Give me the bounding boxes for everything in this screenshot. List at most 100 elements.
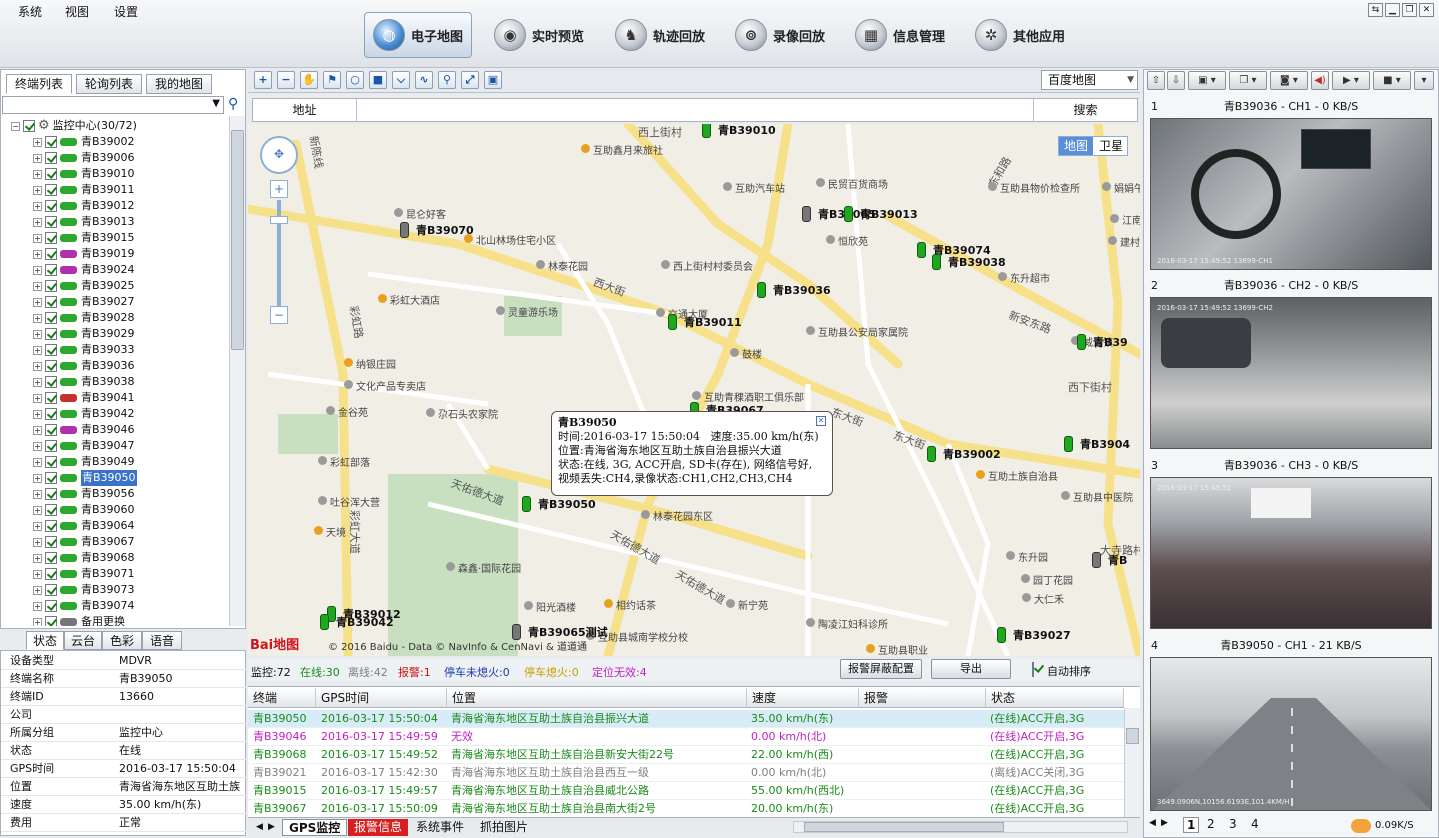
page-next-icon[interactable]: ▶: [1161, 818, 1168, 828]
expand-icon[interactable]: +: [33, 377, 42, 387]
tree-item[interactable]: + 青B39033: [33, 342, 135, 358]
grid-scrollbar[interactable]: [1124, 708, 1140, 817]
vehicle-label[interactable]: 青B39013: [860, 206, 918, 222]
tree-item-checkbox[interactable]: [45, 280, 57, 292]
table-row[interactable]: 青B39046 2016-03-17 15:49:59 无效 0.00 km/h(北)…: [248, 728, 1124, 746]
tree-item[interactable]: + 青B39024: [33, 262, 135, 278]
col-gps-time[interactable]: GPS时间: [316, 688, 447, 708]
auto-sort-checkbox[interactable]: [1032, 662, 1034, 677]
tree-item-checkbox[interactable]: [45, 616, 57, 626]
tree-item[interactable]: + 青B39074: [33, 598, 135, 614]
find-icon[interactable]: ⚲: [438, 71, 456, 89]
tree-item[interactable]: + 青B39019: [33, 246, 135, 262]
map-provider-select[interactable]: 百度地图 ▼: [1041, 70, 1138, 90]
line-icon[interactable]: ∿: [415, 71, 433, 89]
nav-track-playback[interactable]: ♞ 轨迹回放: [607, 12, 713, 58]
zoom-slider-handle[interactable]: [270, 216, 288, 224]
tree-item-checkbox[interactable]: [45, 424, 57, 436]
expand-icon[interactable]: +: [33, 537, 42, 547]
rect-select-icon[interactable]: ■: [369, 71, 387, 89]
tree-root-checkbox[interactable]: [23, 120, 35, 132]
baidu-map[interactable]: ✥ + − 地图 卫星 西大街 东大街 东大街 新安东路 天佑德大道 天佑德大道 天佑德大道…: [248, 124, 1140, 656]
tree-item[interactable]: + 青B39060: [33, 502, 135, 518]
expand-icon[interactable]: +: [33, 505, 42, 515]
tree-item-checkbox[interactable]: [45, 312, 57, 324]
grid-scroll-thumb[interactable]: [1126, 728, 1139, 744]
menu-view[interactable]: 视图: [65, 3, 89, 20]
vehicle-marker-icon[interactable]: [757, 282, 766, 298]
tree-item[interactable]: + 青B39002: [33, 134, 135, 150]
vehicle-marker-icon[interactable]: [668, 314, 677, 330]
tab-my-map[interactable]: 我的地图: [146, 74, 212, 94]
tree-item-checkbox[interactable]: [45, 600, 57, 612]
tree-item-checkbox[interactable]: [45, 248, 57, 260]
expand-icon[interactable]: +: [33, 409, 42, 419]
vehicle-marker-icon[interactable]: [844, 206, 853, 222]
tree-item-checkbox[interactable]: [45, 216, 57, 228]
nav-info-management[interactable]: ▦ 信息管理: [847, 12, 953, 58]
expand-icon[interactable]: +: [33, 457, 42, 467]
tree-item-checkbox[interactable]: [45, 536, 57, 548]
vehicle-label[interactable]: 青B39002: [943, 446, 1001, 462]
search-icon[interactable]: ⚲: [228, 96, 238, 112]
restore-icon[interactable]: ⇆: [1368, 3, 1383, 17]
scroll-thumb[interactable]: [231, 130, 244, 350]
vehicle-label[interactable]: 青B39042: [336, 614, 394, 630]
tab-alarm-info[interactable]: 报警信息: [348, 819, 409, 836]
tree-item[interactable]: + 青B39046: [33, 422, 135, 438]
expand-icon[interactable]: +: [33, 393, 42, 403]
tab-system-events[interactable]: 系统事件: [410, 819, 470, 836]
collapse-icon[interactable]: −: [11, 121, 20, 131]
more-icon[interactable]: ▾: [1414, 71, 1434, 90]
close-icon[interactable]: ✕: [1419, 3, 1434, 17]
search-button[interactable]: 搜索: [1033, 99, 1137, 121]
tree-item-checkbox[interactable]: [45, 520, 57, 532]
tree-item-checkbox[interactable]: [45, 376, 57, 388]
tree-item[interactable]: + 青B39042: [33, 406, 135, 422]
tree-item-checkbox[interactable]: [45, 408, 57, 420]
terminal-search-input[interactable]: ▼: [2, 96, 224, 114]
vehicle-marker-icon[interactable]: [997, 627, 1006, 643]
tree-item[interactable]: + 青B39015: [33, 230, 135, 246]
table-row[interactable]: 青B39021 2016-03-17 15:42:30 青海省海东地区互助土族自治县…: [248, 764, 1124, 782]
h-scroll-thumb[interactable]: [804, 822, 1004, 832]
tree-item-checkbox[interactable]: [45, 264, 57, 276]
tree-item-checkbox[interactable]: [45, 488, 57, 500]
expand-icon[interactable]: +: [33, 425, 42, 435]
tree-item-checkbox[interactable]: [45, 504, 57, 516]
tree-item-checkbox[interactable]: [45, 568, 57, 580]
vehicle-marker-icon[interactable]: [1092, 552, 1101, 568]
expand-icon[interactable]: +: [33, 249, 42, 259]
snapshot-camera-icon[interactable]: ◙ ▾: [1270, 71, 1308, 90]
col-alarm[interactable]: 报警: [859, 688, 986, 708]
tree-item-checkbox[interactable]: [45, 552, 57, 564]
expand-icon[interactable]: +: [33, 169, 42, 179]
expand-icon[interactable]: +: [33, 585, 42, 595]
save-icon[interactable]: ▣: [484, 71, 502, 89]
tree-item-checkbox[interactable]: [45, 472, 57, 484]
col-position[interactable]: 位置: [447, 688, 747, 708]
expand-icon[interactable]: +: [33, 361, 42, 371]
tree-item[interactable]: + 青B39049: [33, 454, 135, 470]
tab-scroll-right-icon[interactable]: ▶: [262, 819, 281, 836]
tree-item[interactable]: + 青B39010: [33, 166, 135, 182]
horizontal-scrollbar[interactable]: [793, 821, 1128, 833]
video-channel-4[interactable]: 3649.0906N,10156.6193E,101.4KM/H: [1150, 657, 1432, 811]
expand-icon[interactable]: +: [33, 601, 42, 611]
map-type-satellite[interactable]: 卫星: [1094, 137, 1128, 155]
col-speed[interactable]: 速度: [747, 688, 859, 708]
expand-icon[interactable]: +: [33, 441, 42, 451]
polygon-icon[interactable]: ⌵: [392, 71, 410, 89]
menu-system[interactable]: 系统: [18, 3, 42, 20]
vehicle-marker-icon[interactable]: [522, 496, 531, 512]
tree-item[interactable]: + 青B39028: [33, 310, 135, 326]
expand-icon[interactable]: +: [33, 489, 42, 499]
expand-icon[interactable]: +: [33, 473, 42, 483]
alarm-filter-config-button[interactable]: 报警屏蔽配置: [840, 659, 922, 679]
vehicle-label[interactable]: 青B39010: [718, 124, 776, 138]
move-up-icon[interactable]: ⇧: [1147, 71, 1165, 90]
tree-item[interactable]: + 青B39012: [33, 198, 135, 214]
col-terminal[interactable]: 终端: [248, 688, 316, 708]
tree-item-checkbox[interactable]: [45, 296, 57, 308]
tree-item-checkbox[interactable]: [45, 584, 57, 596]
